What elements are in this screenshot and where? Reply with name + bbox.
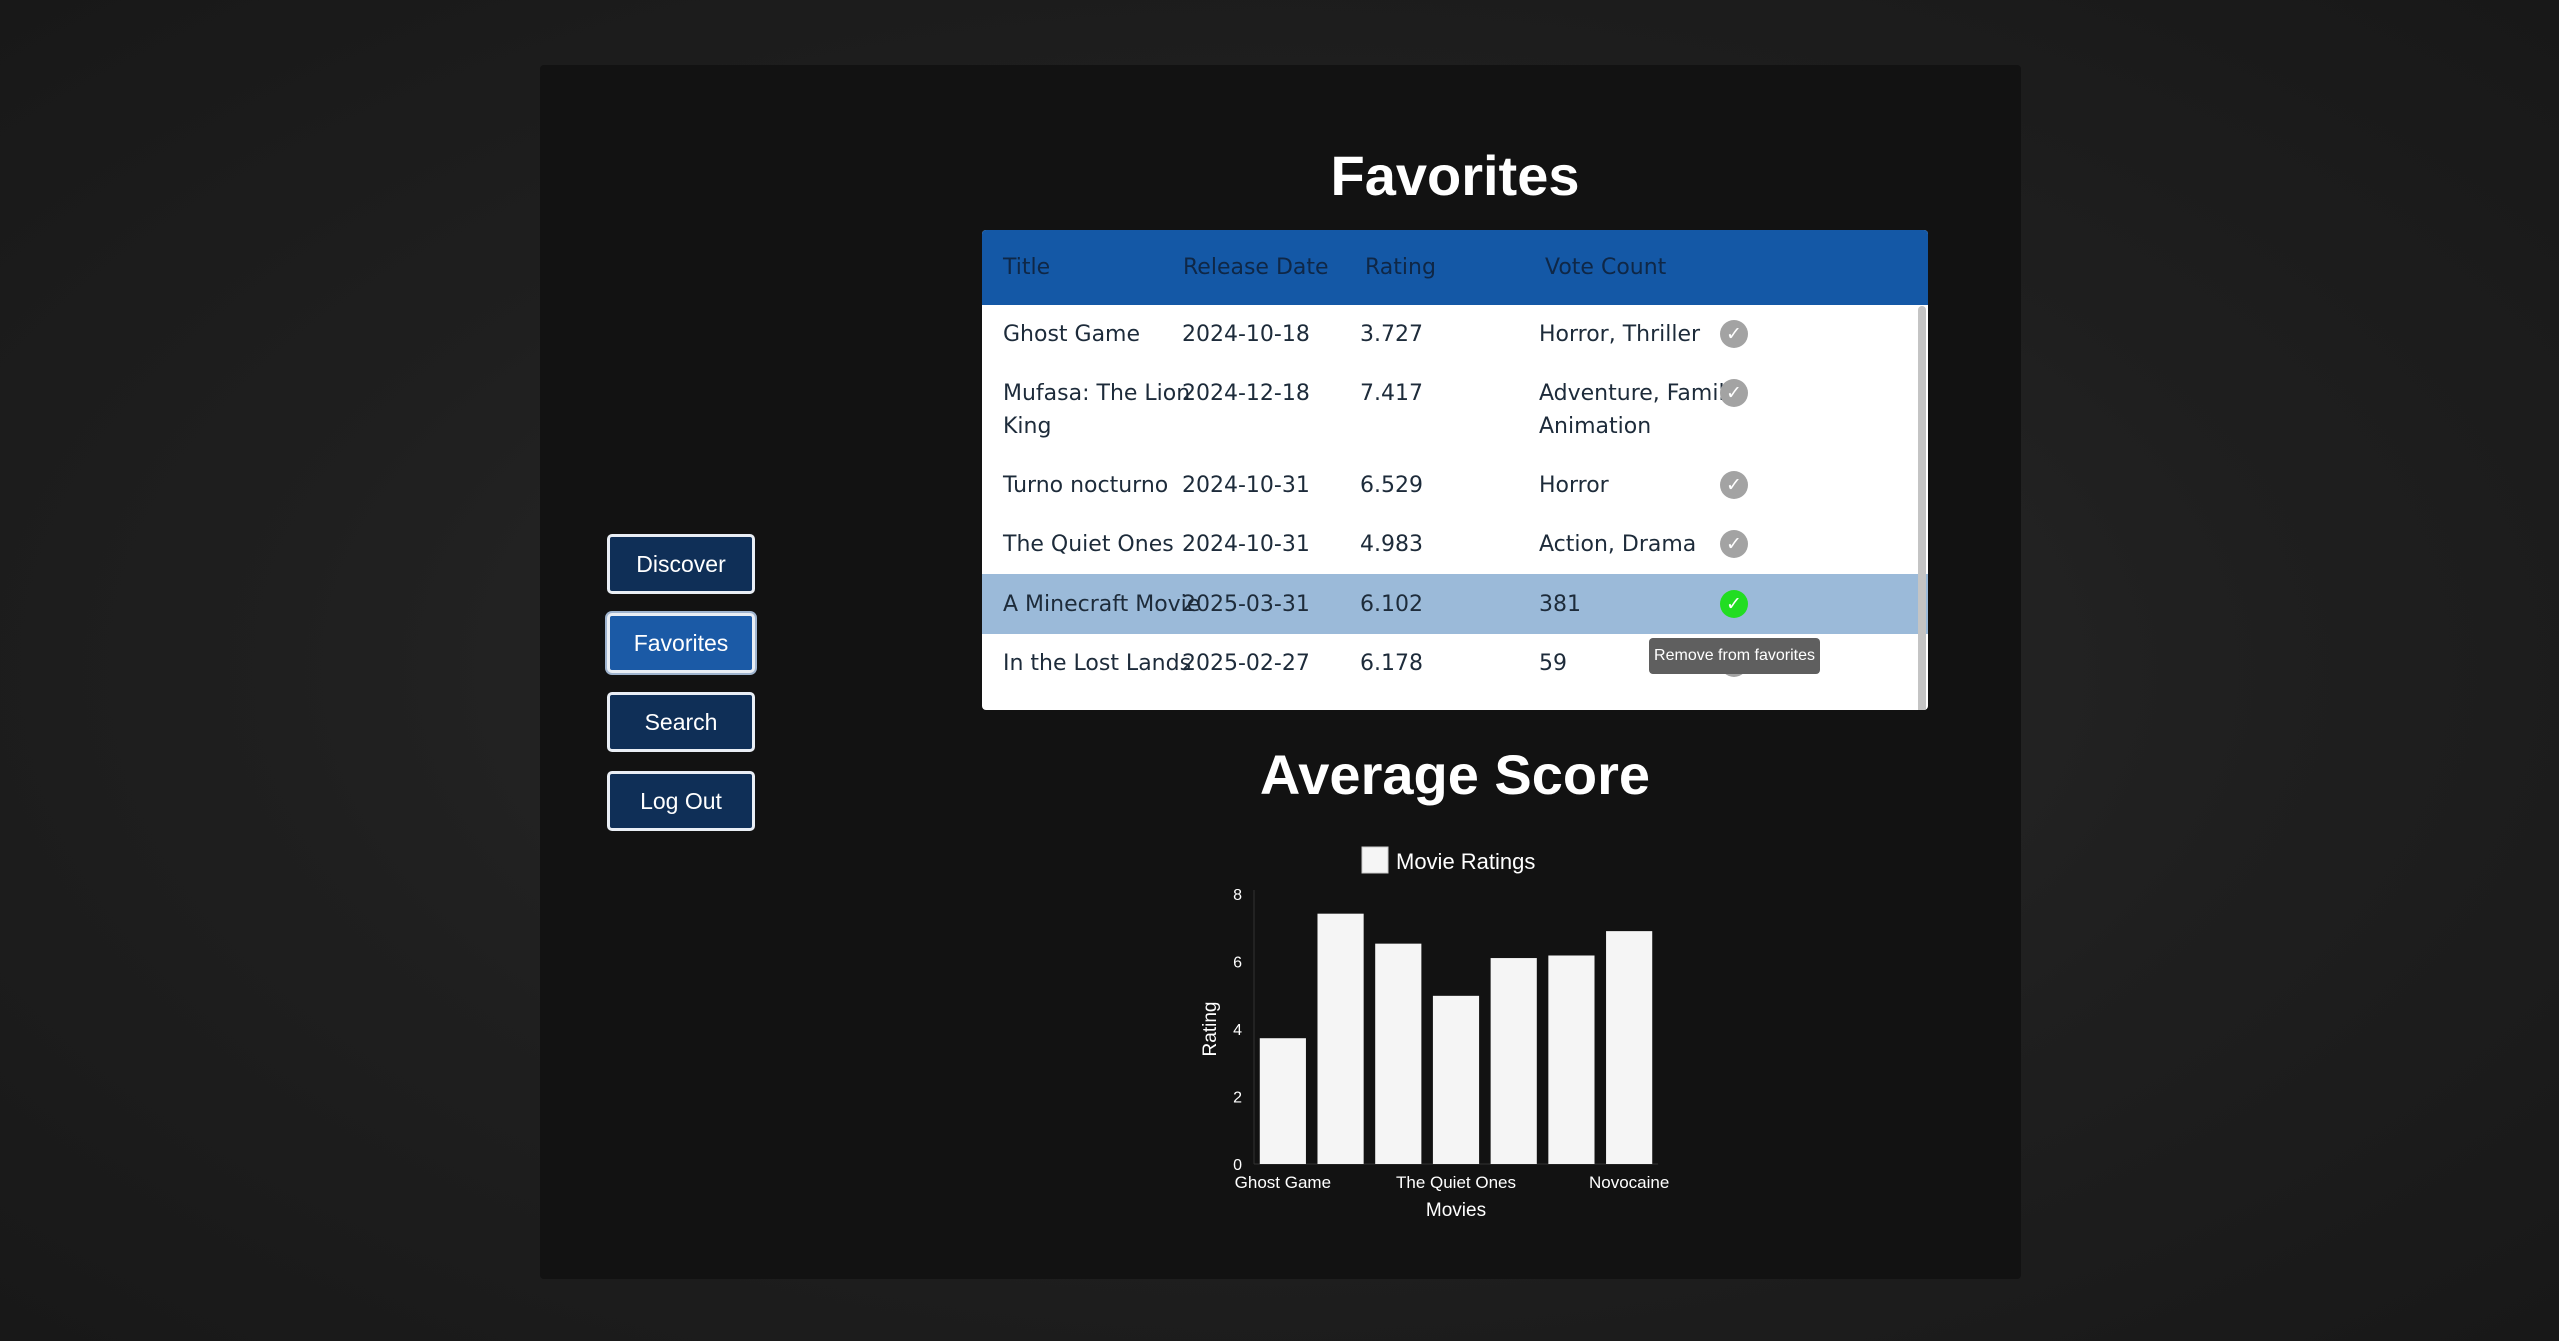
ratings-bar-chart: 0 2 4 6 8 Ghost Game The Quiet Ones Novocaine Mo… [1200, 846, 1669, 1221]
bar [1432, 995, 1480, 1164]
bar [1548, 955, 1595, 1164]
x-tick-label: Ghost Game [1235, 1173, 1331, 1192]
y-tick-label: 0 [1233, 1157, 1242, 1174]
x-tick-label: The Quiet Ones [1396, 1173, 1516, 1192]
y-axis-label: Rating [1200, 1002, 1221, 1057]
x-tick-label: Novocaine [1589, 1173, 1669, 1192]
y-tick-label: 2 [1233, 1090, 1242, 1107]
y-tick-label: 6 [1233, 955, 1242, 972]
y-tick-label: 8 [1233, 887, 1242, 904]
x-axis-label: Movies [1426, 1200, 1486, 1221]
bar [1317, 913, 1364, 1164]
bar [1259, 1038, 1306, 1164]
bar [1606, 931, 1653, 1164]
bar [1375, 943, 1422, 1164]
bar [1490, 958, 1537, 1164]
y-tick-label: 4 [1233, 1022, 1242, 1039]
legend-label: Movie Ratings [1396, 849, 1535, 874]
legend-swatch [1361, 846, 1389, 874]
